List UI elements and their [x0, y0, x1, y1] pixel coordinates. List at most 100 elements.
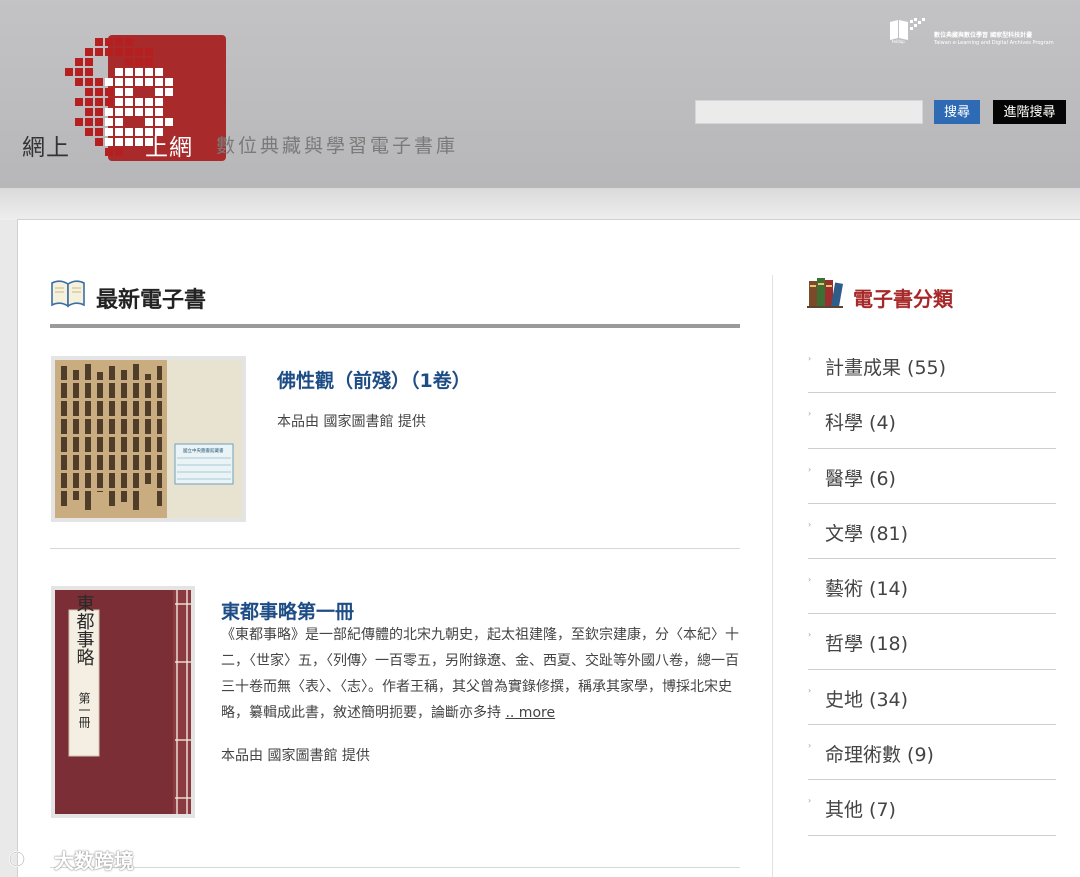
- logo-pixel: [105, 38, 113, 46]
- category-link[interactable]: 命理術數 (9): [825, 740, 934, 767]
- logo-pixel: [85, 58, 93, 66]
- item-separator: [50, 867, 740, 868]
- logo-pixel: [105, 128, 113, 136]
- logo-pixel: [145, 68, 153, 76]
- logo-pixel: [105, 108, 113, 116]
- logo-pixel: [145, 118, 153, 126]
- logo-pixel: [135, 48, 143, 56]
- logo-pixel: [135, 138, 143, 146]
- bullet-icon: ›: [808, 354, 812, 363]
- open-book-icon: [51, 280, 85, 308]
- logo-pixel: [105, 148, 113, 156]
- category-link[interactable]: 哲學 (18): [825, 629, 908, 656]
- logo-pixel: [95, 128, 103, 136]
- logo-pixel: [125, 138, 133, 146]
- logo-pixel: [115, 128, 123, 136]
- logo-pixel: [85, 118, 93, 126]
- cover-volume-text: 第一冊: [77, 692, 91, 729]
- logo-pixel: [85, 78, 93, 86]
- logo-pixel: [125, 58, 133, 66]
- logo-pixel: [75, 98, 83, 106]
- category-link[interactable]: 醫學 (6): [825, 464, 896, 491]
- book-title-link[interactable]: 東都事略第一冊: [221, 597, 354, 624]
- logo-pixel: [115, 38, 123, 46]
- logo-pixel: [125, 38, 133, 46]
- logo-pixel: [85, 128, 93, 136]
- logo-pixel: [115, 68, 123, 76]
- book-thumbnail[interactable]: 國立中央圖書館藏書: [51, 356, 246, 522]
- advanced-search-button[interactable]: 進階搜尋: [993, 100, 1066, 124]
- logo-pixel: [105, 78, 113, 86]
- more-link[interactable]: .. more: [505, 705, 555, 721]
- book-cover-thumbnail-image: 東都事略 第一冊: [55, 590, 191, 814]
- logo-pixel: [135, 58, 143, 66]
- logo-pixel: [65, 68, 73, 76]
- thumbnail-label-text: 國立中央圖書館藏書: [183, 447, 224, 454]
- latest-ebooks-title: 最新電子書: [96, 288, 207, 313]
- logo-pixel: [155, 118, 163, 126]
- search-button[interactable]: 搜尋: [934, 100, 980, 124]
- logo-pixel: [125, 98, 133, 106]
- bullet-icon: ›: [808, 741, 812, 751]
- logo-pixel: [165, 118, 173, 126]
- logo-pixel: [145, 108, 153, 116]
- book-provider: 本品由 國家圖書館 提供: [221, 748, 370, 764]
- logo-pixel: [95, 138, 103, 146]
- logo-pixel: [125, 48, 133, 56]
- item-separator: [50, 548, 740, 549]
- category-item[interactable]: › 史地 (34): [808, 670, 1056, 726]
- logo-pixel: [85, 108, 93, 116]
- category-item[interactable]: › 哲學 (18): [808, 614, 1056, 670]
- cover-title-text: 東都事略: [74, 594, 95, 666]
- category-link[interactable]: 藝術 (14): [825, 574, 908, 601]
- category-item[interactable]: › 文學 (81): [808, 504, 1056, 560]
- category-link[interactable]: 史地 (34): [825, 685, 908, 712]
- bullet-icon: ›: [808, 685, 812, 695]
- book-title-link[interactable]: 佛性觀（前殘）（1卷）: [277, 366, 471, 393]
- book-thumbnail[interactable]: 東都事略 第一冊: [51, 586, 195, 818]
- logo-right-text: 上網: [145, 135, 193, 161]
- logo-pixel: [155, 88, 163, 96]
- books-icon: [807, 278, 844, 308]
- logo-pixel: [155, 108, 163, 116]
- category-link[interactable]: 其他 (7): [825, 795, 896, 822]
- search-input[interactable]: [695, 100, 923, 124]
- logo-pixel: [105, 48, 113, 56]
- program-logo[interactable]: teldap 數位典藏與數位學習 國家型科技計畫 Taiwan e-Learni…: [888, 16, 1070, 48]
- logo-pixel: [95, 38, 103, 46]
- logo-pixel: [85, 48, 93, 56]
- logo-pixel: [125, 78, 133, 86]
- category-link[interactable]: 計畫成果 (55): [825, 353, 946, 380]
- category-link[interactable]: 科學 (4): [825, 408, 896, 435]
- logo-pixel: [95, 78, 103, 86]
- teldap-mark-text: teldap: [892, 39, 905, 44]
- category-link[interactable]: 文學 (81): [825, 519, 908, 546]
- logo-pixel: [95, 118, 103, 126]
- logo-pixel: [115, 108, 123, 116]
- bullet-icon: ›: [808, 464, 812, 474]
- logo-pixel: [145, 48, 153, 56]
- book-description: 《東都事略》是一部紀傳體的北宋九朝史，起太祖建隆，至欽宗建康，分〈本紀〉十二，〈…: [221, 622, 743, 726]
- logo-pixel: [95, 98, 103, 106]
- site-subtitle: 數位典藏與學習電子書庫: [216, 135, 459, 157]
- logo-pixel: [155, 78, 163, 86]
- category-item[interactable]: › 其他 (7): [808, 780, 1056, 836]
- bullet-icon: ›: [808, 575, 812, 585]
- logo-pixel: [135, 68, 143, 76]
- book-description-text: 《東都事略》是一部紀傳體的北宋九朝史，起太祖建隆，至欽宗建康，分〈本紀〉十二，〈…: [221, 627, 739, 721]
- logo-pixel: [125, 128, 133, 136]
- logo-pixel: [125, 68, 133, 76]
- logo-pixel: [155, 98, 163, 106]
- category-item[interactable]: › 醫學 (6): [808, 449, 1056, 504]
- watermark-text: 大数跨境: [54, 849, 134, 873]
- category-item[interactable]: › 命理術數 (9): [808, 725, 1056, 781]
- category-item[interactable]: › 藝術 (14): [808, 559, 1056, 615]
- logo-pixel: [75, 68, 83, 76]
- logo-pixel: [165, 88, 173, 96]
- logo-pixel: [155, 68, 163, 76]
- logo-pixel: [95, 108, 103, 116]
- category-item[interactable]: › 計畫成果 (55): [808, 338, 1056, 394]
- logo-pixel: [165, 78, 173, 86]
- site-logo[interactable]: 網上 上網 數位典藏與學習電子書庫: [20, 30, 480, 165]
- category-item[interactable]: › 科學 (4): [808, 393, 1056, 449]
